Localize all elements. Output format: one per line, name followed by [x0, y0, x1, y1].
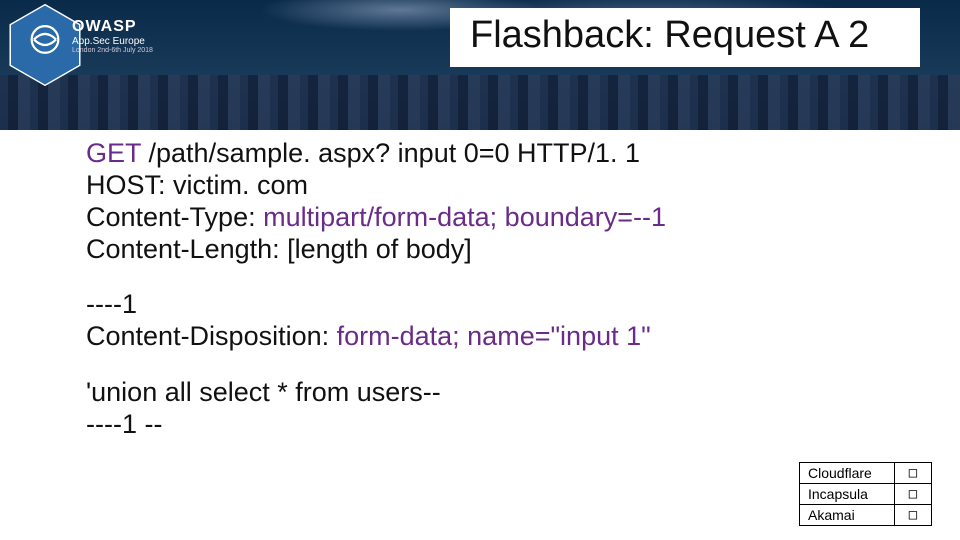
header-skyline	[0, 75, 960, 130]
logo-name: OWASP	[72, 18, 153, 36]
vendor-table: Cloudflare □ Incapsula □ Akamai □	[799, 462, 932, 526]
logo-sub1: App.Sec Europe	[72, 36, 153, 47]
content-type-label: Content-Type:	[86, 202, 263, 232]
slide-title: Flashback: Request A 2	[450, 8, 920, 67]
logo-sub2: London 2nd-6th July 2018	[72, 47, 153, 55]
host-header: HOST: victim. com	[86, 170, 874, 202]
vendor-akamai: Akamai	[800, 505, 895, 526]
vendor-cloudflare: Cloudflare	[800, 463, 895, 484]
checkbox-icon: □	[895, 463, 932, 484]
content-disposition-label: Content-Disposition:	[86, 321, 337, 351]
owasp-hex-icon	[8, 2, 82, 88]
content-length-line: Content-Length: [length of body]	[86, 234, 874, 266]
boundary-end: ----1 --	[86, 409, 874, 441]
content-type-value: multipart/form-data; boundary=--1	[263, 202, 666, 232]
checkbox-icon: □	[895, 505, 932, 526]
checkbox-icon: □	[895, 484, 932, 505]
vendor-incapsula: Incapsula	[800, 484, 895, 505]
content-type-line: Content-Type: multipart/form-data; bound…	[86, 202, 874, 234]
request-path: /path/sample. aspx? input 0=0 HTTP/1. 1	[141, 138, 640, 168]
table-row: Incapsula □	[800, 484, 932, 505]
slide-body: GET /path/sample. aspx? input 0=0 HTTP/1…	[0, 130, 960, 441]
table-row: Cloudflare □	[800, 463, 932, 484]
payload-line: 'union all select * from users--	[86, 377, 874, 409]
http-method: GET	[86, 138, 141, 168]
request-line-1: GET /path/sample. aspx? input 0=0 HTTP/1…	[86, 138, 874, 170]
boundary-start: ----1	[86, 289, 874, 321]
content-disposition-line: Content-Disposition: form-data; name="in…	[86, 321, 874, 353]
slide-header: OWASP App.Sec Europe London 2nd-6th July…	[0, 0, 960, 130]
content-disposition-value: form-data; name="input 1"	[337, 321, 651, 351]
owasp-logo-text: OWASP App.Sec Europe London 2nd-6th July…	[72, 18, 153, 54]
table-row: Akamai □	[800, 505, 932, 526]
